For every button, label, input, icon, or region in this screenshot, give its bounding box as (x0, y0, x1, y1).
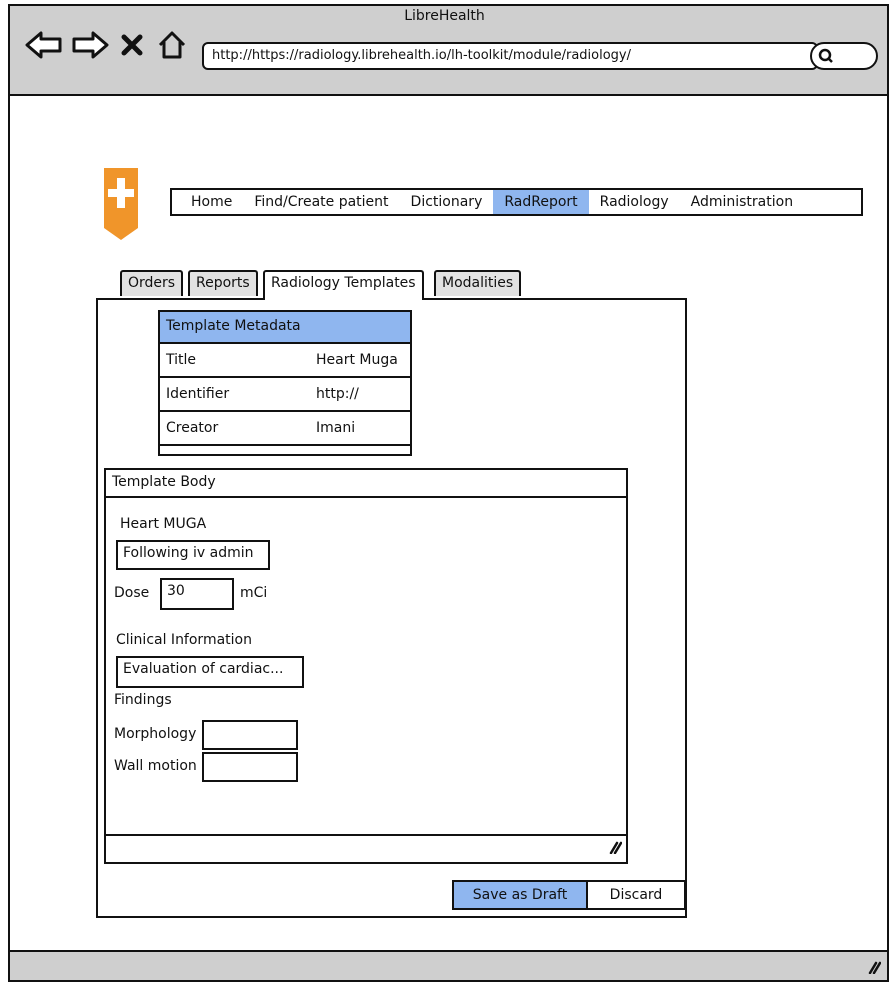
main-nav: Home Find/Create patient Dictionary RadR… (170, 188, 863, 216)
discard-button[interactable]: Discard (586, 880, 686, 910)
morphology-input[interactable] (202, 720, 298, 750)
search-icon (818, 48, 833, 63)
template-body-editor[interactable]: Template Body Heart MUGA Following iv ad… (104, 468, 628, 864)
tab-modalities[interactable]: Modalities (434, 270, 522, 296)
morphology-label: Morphology (114, 726, 197, 742)
metadata-key: Creator (166, 420, 219, 436)
metadata-key: Identifier (166, 386, 230, 402)
dose-unit: mCi (240, 585, 268, 601)
nav-find-create-patient[interactable]: Find/Create patient (243, 190, 399, 214)
metadata-row-creator: Creator Imani (160, 412, 410, 446)
metadata-row-title: Title Heart Muga (160, 344, 410, 378)
nav-administration[interactable]: Administration (680, 190, 804, 214)
editor-footer (106, 834, 626, 862)
dose-label: Dose (114, 585, 150, 601)
tab-radiology-templates[interactable]: Radiology Templates (263, 270, 424, 300)
clinical-info-label: Clinical Information (116, 632, 252, 648)
nav-home[interactable]: Home (180, 190, 243, 214)
tab-reports[interactable]: Reports (188, 270, 258, 296)
home-icon[interactable] (156, 28, 188, 62)
findings-label: Findings (114, 692, 172, 708)
window-title: LibreHealth (404, 8, 485, 24)
nav-dictionary[interactable]: Dictionary (400, 190, 494, 214)
tab-orders[interactable]: Orders (120, 270, 184, 296)
admin-field[interactable]: Following iv admin (116, 540, 270, 570)
forward-arrow-icon[interactable] (70, 28, 110, 62)
metadata-key: Title (166, 352, 197, 368)
close-x-icon[interactable] (120, 28, 144, 62)
body-heading: Heart MUGA (120, 516, 207, 532)
librehealth-logo (104, 168, 138, 240)
wall-motion-input[interactable] (202, 752, 298, 782)
resize-grip-icon[interactable] (608, 840, 622, 854)
wall-motion-label: Wall motion (114, 758, 197, 774)
search-field[interactable] (810, 42, 878, 70)
template-body-header: Template Body (106, 470, 626, 498)
template-metadata-table: Template Metadata Title Heart Muga Ident… (158, 310, 412, 456)
metadata-value: Imani (316, 420, 356, 436)
url-bar[interactable]: http://https://radiology.librehealth.io/… (202, 42, 818, 70)
back-arrow-icon[interactable] (24, 28, 64, 62)
metadata-value: Heart Muga (316, 352, 398, 368)
nav-radreport[interactable]: RadReport (493, 190, 589, 214)
save-as-draft-button[interactable]: Save as Draft (452, 880, 588, 910)
window-resize-icon[interactable] (867, 960, 881, 974)
status-bar (8, 950, 889, 982)
metadata-row-identifier: Identifier http:// (160, 378, 410, 412)
metadata-header: Template Metadata (160, 312, 410, 344)
clinical-info-field[interactable]: Evaluation of cardiac... (116, 656, 304, 688)
nav-radiology[interactable]: Radiology (589, 190, 680, 214)
dose-input[interactable]: 30 (160, 578, 234, 610)
metadata-value: http:// (316, 386, 359, 402)
